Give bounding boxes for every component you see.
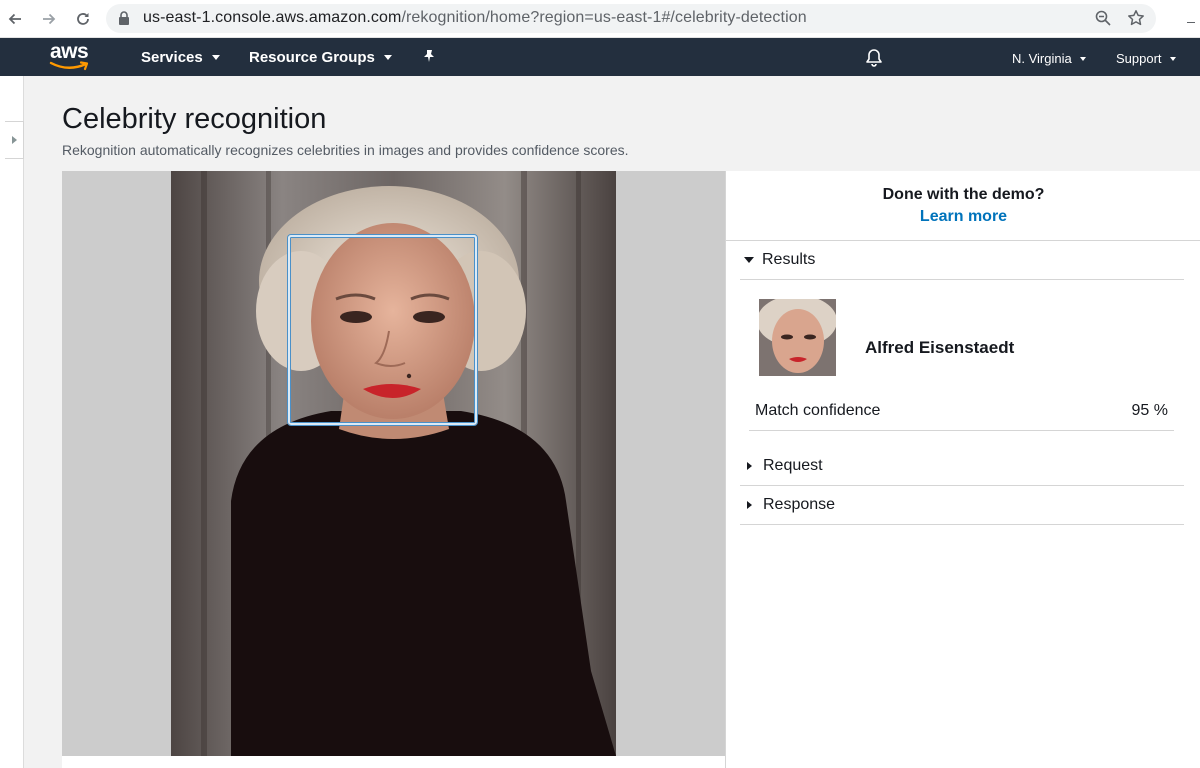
match-confidence-label: Match confidence <box>755 402 881 419</box>
chevron-down-icon <box>383 54 392 60</box>
divider <box>740 485 1184 486</box>
divider <box>726 240 1200 241</box>
results-section-toggle[interactable]: Results <box>744 251 815 269</box>
aws-smile-icon <box>49 61 89 71</box>
caret-right-icon <box>747 501 752 509</box>
caret-down-icon <box>744 257 754 263</box>
services-menu[interactable]: Services <box>141 49 220 66</box>
bookmark-star-icon[interactable] <box>1127 9 1145 32</box>
divider <box>740 279 1184 280</box>
results-panel: Done with the demo? Learn more Results A… <box>725 171 1200 768</box>
region-selector[interactable]: N. Virginia <box>1012 51 1086 66</box>
resource-groups-menu[interactable]: Resource Groups <box>249 49 392 66</box>
learn-more-link[interactable]: Learn more <box>726 208 1200 226</box>
aws-logo[interactable]: aws <box>48 40 92 72</box>
face-bounding-box[interactable] <box>288 235 477 425</box>
match-confidence-value: 95 % <box>1131 402 1168 419</box>
side-navigation-rail <box>0 76 24 768</box>
support-menu[interactable]: Support <box>1116 51 1176 66</box>
page-title: Celebrity recognition <box>62 103 327 135</box>
celebrity-name: Alfred Eisenstaedt <box>865 338 1015 357</box>
chevron-down-icon <box>1079 56 1086 61</box>
chevron-right-icon <box>11 136 17 144</box>
back-arrow-icon[interactable] <box>4 8 26 30</box>
window-minimize-icon[interactable] <box>1187 22 1195 23</box>
caret-right-icon <box>747 462 752 470</box>
browser-toolbar: us-east-1.console.aws.amazon.com/rekogni… <box>0 0 1200 38</box>
lock-icon <box>118 11 130 30</box>
zoom-icon[interactable] <box>1094 9 1112 32</box>
celebrity-thumbnail <box>759 299 836 376</box>
image-panel-footer <box>62 756 725 768</box>
response-section-toggle[interactable]: Response <box>744 496 835 514</box>
request-section-toggle[interactable]: Request <box>744 457 823 475</box>
url-text: us-east-1.console.aws.amazon.com/rekogni… <box>143 9 807 26</box>
demo-question: Done with the demo? <box>882 186 1045 203</box>
address-bar[interactable]: us-east-1.console.aws.amazon.com/rekogni… <box>106 4 1156 33</box>
forward-arrow-icon[interactable] <box>38 8 60 30</box>
divider <box>749 430 1174 431</box>
pin-icon[interactable] <box>422 49 436 68</box>
aws-console-header: aws Services Resource Groups N. Virginia… <box>0 38 1200 76</box>
page-subtitle: Rekognition automatically recognizes cel… <box>62 142 629 158</box>
reload-icon[interactable] <box>72 8 94 30</box>
chevron-down-icon <box>211 54 220 60</box>
side-nav-toggle[interactable] <box>5 121 24 159</box>
divider <box>740 524 1184 525</box>
chevron-down-icon <box>1169 56 1176 61</box>
image-preview-panel <box>62 171 725 756</box>
bell-icon[interactable] <box>865 48 883 72</box>
